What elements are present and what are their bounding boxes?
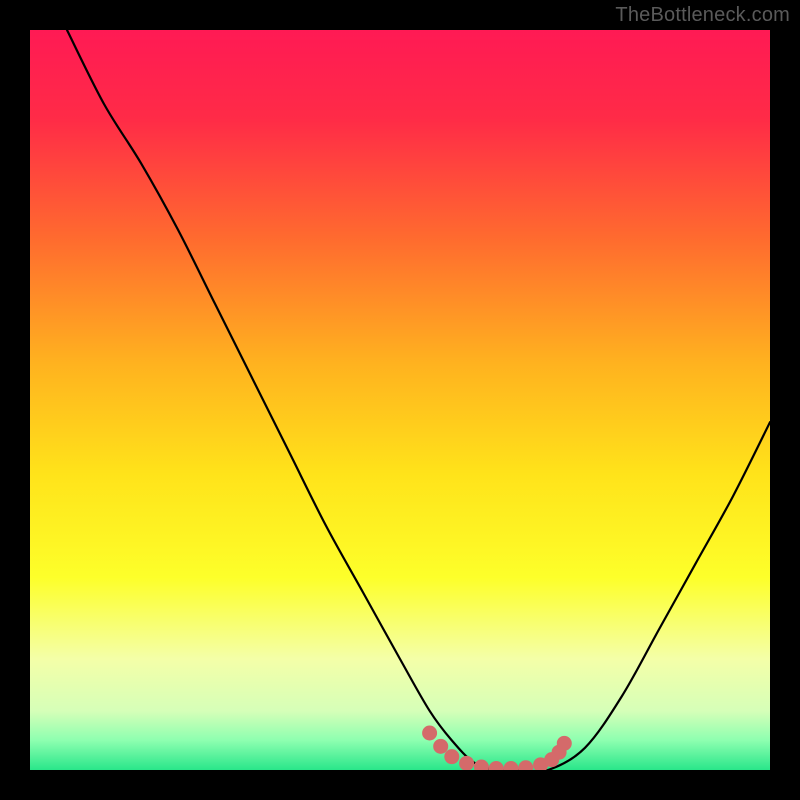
dot bbox=[474, 760, 489, 770]
bottleneck-curve bbox=[67, 30, 770, 770]
dot bbox=[489, 761, 504, 770]
dot bbox=[504, 761, 519, 770]
dot bbox=[459, 756, 474, 770]
chart-svg bbox=[30, 30, 770, 770]
dot bbox=[422, 726, 437, 741]
dot bbox=[444, 749, 459, 764]
dot bbox=[557, 736, 572, 751]
plot-area bbox=[30, 30, 770, 770]
dot bbox=[433, 739, 448, 754]
outer-frame: TheBottleneck.com bbox=[0, 0, 800, 800]
watermark-text: TheBottleneck.com bbox=[615, 4, 790, 27]
dot bbox=[518, 760, 533, 770]
